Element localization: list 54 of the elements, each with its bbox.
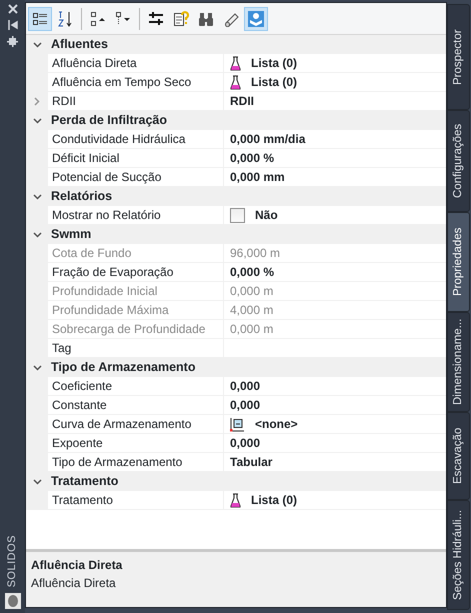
property-value[interactable]: 0,000 % — [230, 263, 274, 281]
property-value[interactable]: Lista (0) — [251, 54, 298, 72]
property-value[interactable]: 0,000 mm — [230, 168, 285, 186]
checkbox[interactable] — [230, 208, 245, 222]
disc-icon — [4, 593, 20, 609]
palette-label: SOLIDOS — [5, 534, 20, 587]
property-value[interactable]: RDII — [230, 92, 254, 110]
property-label: Tratamento — [48, 491, 224, 510]
property-value[interactable]: Lista (0) — [251, 491, 298, 509]
chevron-down-icon[interactable] — [32, 232, 42, 238]
sort-icon — [57, 10, 73, 26]
property-value[interactable]: Lista (0) — [251, 73, 298, 91]
pipe-icon — [223, 10, 239, 26]
close-icon[interactable] — [8, 4, 18, 14]
collapse-icon — [90, 10, 106, 26]
binoculars-icon — [198, 10, 214, 26]
property-value[interactable]: 0,000 mm/dia — [230, 130, 306, 148]
chevron-down-icon[interactable] — [32, 194, 42, 200]
flask-icon — [230, 56, 241, 70]
side-tab[interactable]: Propriedades — [447, 212, 470, 312]
category-header[interactable]: Relatórios — [48, 187, 112, 206]
flask-icon — [230, 74, 241, 90]
chevron-down-icon[interactable] — [32, 42, 42, 48]
property-value[interactable]: 0,000 — [230, 434, 260, 452]
property-value[interactable]: 0,000 % — [230, 149, 274, 167]
network-button[interactable] — [244, 6, 268, 30]
property-value[interactable]: 0,000 — [230, 377, 260, 395]
categorized-icon — [32, 10, 48, 26]
settings-icon[interactable] — [7, 36, 18, 47]
chevron-down-icon[interactable] — [32, 118, 42, 124]
side-tab[interactable]: Escavação — [447, 412, 470, 500]
property-value[interactable]: <none> — [255, 415, 298, 433]
property-value[interactable]: Não — [255, 206, 278, 224]
chevron-down-icon[interactable] — [32, 364, 42, 370]
sliders-icon — [148, 10, 164, 26]
side-tab[interactable]: Seções Hidráuli... — [447, 500, 470, 610]
category-header[interactable]: Swmm — [48, 225, 92, 244]
curve-chart-icon — [230, 416, 245, 432]
pin-icon[interactable] — [8, 20, 18, 30]
description-title: Afluência Direta — [31, 557, 124, 574]
categorized-button[interactable] — [28, 6, 52, 30]
expand-icon — [115, 10, 131, 26]
flask-icon — [230, 492, 241, 508]
help-icon — [173, 10, 189, 26]
property-value[interactable]: 0,000 — [230, 396, 260, 414]
property-value[interactable]: Tabular — [230, 453, 272, 471]
side-tab[interactable]: Dimensioname... — [447, 312, 470, 412]
chevron-down-icon[interactable] — [32, 478, 42, 484]
category-header[interactable]: Tratamento — [48, 472, 118, 491]
side-tab[interactable]: Prospector — [447, 4, 470, 110]
category-header[interactable]: Afluentes — [48, 35, 108, 54]
side-tab[interactable]: Configurações — [447, 110, 470, 212]
description-text: Afluência Direta — [31, 575, 117, 592]
network-icon — [248, 10, 264, 26]
